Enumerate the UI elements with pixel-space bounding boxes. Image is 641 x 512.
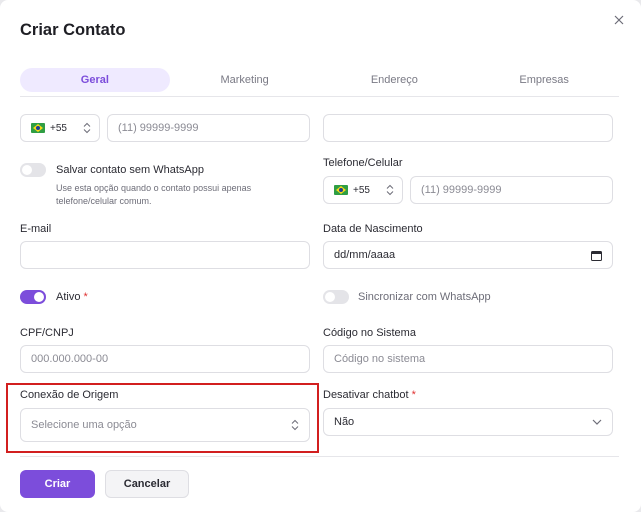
whatsapp-free-toggle[interactable] [20,163,46,177]
birthdate-label: Data de Nascimento [323,223,423,235]
tab-geral[interactable]: Geral [20,68,170,92]
cpf-label: CPF/CNPJ [20,327,74,339]
email-input[interactable] [20,241,310,269]
brazil-flag-icon [334,185,348,195]
whatsapp-free-hint-1: Use esta opção quando o contato possui a… [56,183,252,193]
chevron-down-icon [592,419,602,425]
sync-whatsapp-toggle[interactable] [323,290,349,304]
birthdate-input[interactable]: dd/mm/aaaa [323,241,613,269]
cpf-input[interactable]: 000.000.000-00 [20,345,310,373]
name-input[interactable] [323,114,613,142]
chatbot-value: Não [334,416,355,428]
conexao-placeholder: Selecione uma opção [31,419,137,431]
telefone-input[interactable]: (11) 99999-9999 [410,176,613,204]
close-icon[interactable] [609,10,629,30]
sync-whatsapp-label: Sincronizar com WhatsApp [358,291,491,303]
codigo-input[interactable]: Código no sistema [323,345,613,373]
tab-endereco[interactable]: Endereço [320,68,470,92]
phone-input[interactable]: (11) 99999-9999 [107,114,310,142]
tab-bar: Geral Marketing Endereço Empresas [20,68,619,92]
updown-chevron-icon [83,122,91,134]
calendar-icon[interactable] [591,250,602,261]
updown-chevron-icon [386,184,394,196]
tab-empresas[interactable]: Empresas [469,68,619,92]
chatbot-select[interactable]: Não [323,408,613,436]
conexao-label: Conexão de Origem [20,389,119,401]
telefone-label: Telefone/Celular [323,157,403,169]
updown-chevron-icon [291,419,299,431]
whatsapp-free-label: Salvar contato sem WhatsApp [56,164,204,176]
country-code-select[interactable]: +55 [20,114,100,142]
tab-marketing[interactable]: Marketing [170,68,320,92]
create-contact-dialog: Criar Contato Geral Marketing Endereço E… [0,0,641,512]
ativo-toggle[interactable] [20,290,46,304]
tabs-divider [20,96,619,97]
dialog-title: Criar Contato [20,21,126,39]
ativo-label: Ativo * [56,291,88,303]
conexao-select[interactable]: Selecione uma opção [20,408,310,442]
country-code-value: +55 [50,122,67,134]
birthdate-placeholder: dd/mm/aaaa [334,249,396,261]
whatsapp-free-hint-2: telefone/celular comum. [56,196,152,206]
telefone-country-code-select[interactable]: +55 [323,176,403,204]
brazil-flag-icon [31,123,45,133]
email-label: E-mail [20,223,52,235]
create-button[interactable]: Criar [20,470,95,498]
cancel-button[interactable]: Cancelar [105,470,189,498]
footer-divider [20,456,619,457]
telefone-country-code-value: +55 [353,184,370,196]
codigo-label: Código no Sistema [323,327,416,339]
chatbot-label: Desativar chatbot * [323,389,416,401]
